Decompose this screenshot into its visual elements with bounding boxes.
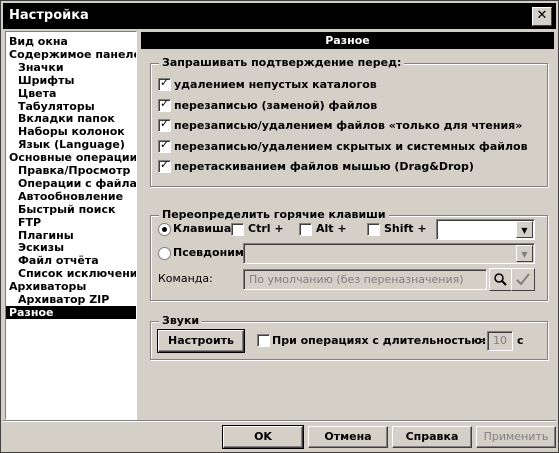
command-accept-button[interactable] bbox=[511, 268, 535, 291]
duration-unit: с bbox=[517, 334, 524, 347]
tree-item[interactable]: Наборы колонок bbox=[18, 125, 125, 138]
hotkeys-legend: Переопределить горячие клавиши bbox=[159, 208, 389, 221]
duration-value: 10 bbox=[493, 334, 507, 347]
duration-field[interactable]: 10 bbox=[487, 331, 513, 351]
tree-item[interactable]: Вкладки папок bbox=[18, 112, 115, 125]
panel-title: Разное bbox=[141, 32, 554, 49]
tree-item[interactable]: Значки bbox=[18, 61, 64, 74]
tree-item[interactable]: Список исключений bbox=[18, 267, 136, 280]
apply-button[interactable]: Применить bbox=[476, 426, 556, 448]
search-icon bbox=[494, 273, 507, 286]
alias-radio-label: Псевдоним: bbox=[173, 246, 249, 259]
tree-item[interactable]: Правка/Просмотр bbox=[18, 164, 130, 177]
key-dropdown[interactable]: ▼ bbox=[436, 219, 535, 240]
chevron-down-icon[interactable]: ▼ bbox=[516, 245, 533, 262]
alias-dropdown[interactable]: ▼ bbox=[243, 243, 535, 264]
configure-sounds-button[interactable]: Настроить bbox=[157, 329, 245, 353]
tree-item[interactable]: Табуляторы bbox=[18, 100, 95, 113]
confirm-checkbox[interactable] bbox=[158, 138, 171, 153]
key-radio[interactable] bbox=[158, 223, 171, 236]
duration-label: При операциях с длительностью: bbox=[272, 334, 487, 347]
sounds-legend: Звуки bbox=[159, 314, 203, 327]
alias-radio[interactable] bbox=[158, 247, 171, 260]
command-field[interactable]: По умолчанию (без переназначения) bbox=[243, 269, 487, 290]
tree-item[interactable]: Разное bbox=[6, 305, 136, 319]
tree-item[interactable]: Содержимое панелей bbox=[9, 48, 136, 61]
tree-item[interactable]: Архиваторы bbox=[9, 280, 86, 293]
tree-item[interactable]: Шрифты bbox=[18, 74, 74, 87]
tree-item[interactable]: Автообновление bbox=[18, 190, 123, 203]
settings-tree[interactable]: Вид окна Содержимое панелей Значки Шрифты Цв… bbox=[5, 31, 137, 420]
tree-item[interactable]: Вид окна bbox=[9, 35, 68, 48]
tree-item[interactable]: Язык (Language) bbox=[18, 138, 125, 151]
tree-item[interactable]: Основные операции bbox=[9, 151, 136, 164]
command-search-button[interactable] bbox=[489, 268, 513, 291]
key-radio-label: Клавиша: bbox=[173, 222, 236, 235]
confirm-checkbox[interactable] bbox=[158, 76, 171, 91]
cancel-button[interactable]: Отмена bbox=[308, 426, 388, 448]
tree-item[interactable]: FTP bbox=[18, 216, 41, 229]
confirm-legend: Запрашивать подтверждение перед: bbox=[159, 56, 405, 69]
gt-symbol: > bbox=[477, 334, 487, 347]
tree-item[interactable]: Плагины bbox=[18, 229, 74, 242]
alt-label: Alt + bbox=[316, 222, 347, 235]
duration-checkbox[interactable] bbox=[257, 334, 270, 347]
title-bar: Настройка ✕ bbox=[3, 3, 556, 29]
help-button[interactable]: Справка bbox=[392, 426, 472, 448]
tree-item[interactable]: Быстрый поиск bbox=[18, 203, 115, 216]
command-placeholder: По умолчанию (без переназначения) bbox=[249, 273, 464, 286]
confirm-checkbox[interactable] bbox=[158, 117, 171, 132]
chevron-down-icon[interactable]: ▼ bbox=[516, 221, 533, 238]
confirm-checkbox-label: перезаписью/удалением файлов «только для… bbox=[174, 119, 523, 132]
tree-item[interactable]: Цвета bbox=[18, 87, 56, 100]
ctrl-checkbox[interactable] bbox=[231, 223, 244, 236]
confirm-checkbox[interactable] bbox=[158, 97, 171, 112]
tree-item[interactable]: Эскизы bbox=[18, 241, 64, 254]
bottom-divider bbox=[3, 420, 556, 422]
confirm-checkbox[interactable] bbox=[158, 158, 171, 173]
confirm-checkbox-label: перетаскиванием файлов мышью (Drag&Drop) bbox=[174, 160, 474, 173]
confirm-checkbox-label: перезаписью (заменой) файлов bbox=[174, 98, 378, 112]
confirm-checkbox-label: перезаписью/удалением скрытых и системны… bbox=[174, 139, 528, 153]
ok-button[interactable]: OK bbox=[222, 425, 304, 449]
shift-checkbox[interactable] bbox=[367, 223, 380, 236]
settings-window: Настройка ✕ Вид окна Содержимое панелей Зн… bbox=[0, 0, 559, 453]
tree-item[interactable]: Файл отчёта bbox=[18, 254, 99, 267]
alt-checkbox[interactable] bbox=[299, 223, 312, 236]
checkmark-icon bbox=[516, 273, 530, 286]
close-button[interactable]: ✕ bbox=[532, 7, 552, 26]
confirm-checkbox-label: удалением непустых каталогов bbox=[174, 78, 377, 91]
ctrl-label: Ctrl + bbox=[248, 222, 284, 235]
tree-item[interactable]: Архиватор ZIP bbox=[18, 293, 109, 306]
command-label: Команда: bbox=[158, 272, 213, 285]
window-title: Настройка bbox=[9, 8, 89, 23]
tree-item[interactable]: Операции с файлам bbox=[18, 177, 136, 190]
shift-label: Shift + bbox=[384, 222, 427, 235]
